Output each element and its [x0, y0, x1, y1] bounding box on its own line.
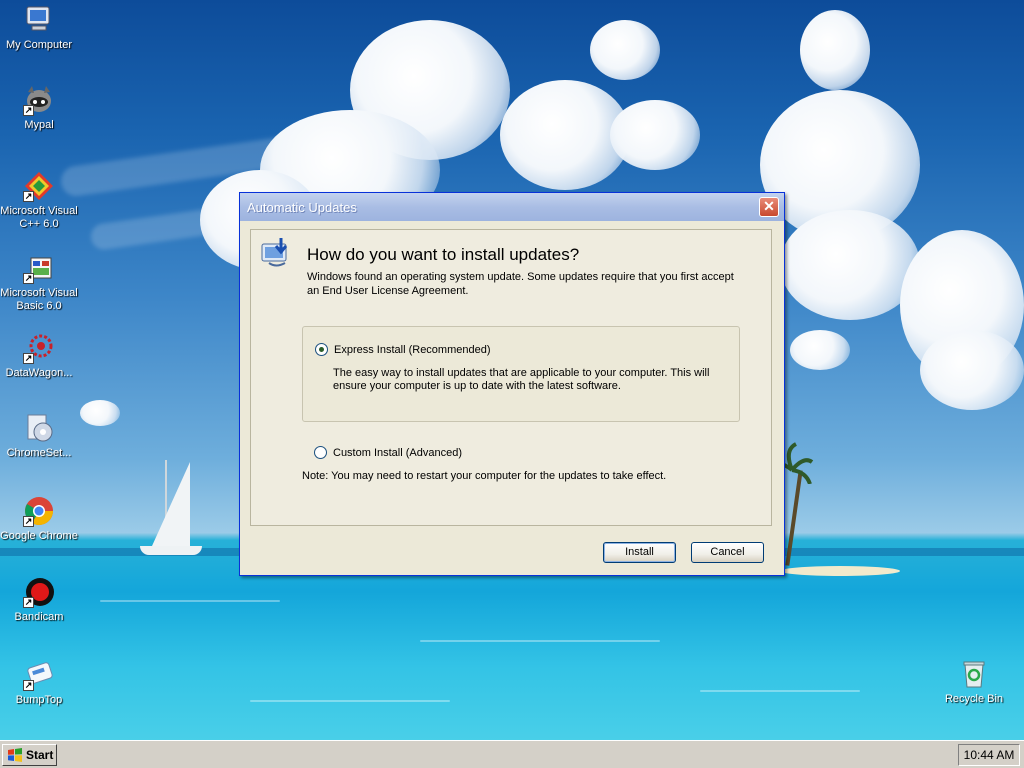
close-button[interactable]: ✕ [759, 197, 779, 217]
clock-text: 10:44 AM [963, 748, 1015, 762]
sea-glint [700, 690, 860, 692]
cloud [610, 100, 700, 170]
close-icon: ✕ [763, 198, 775, 214]
mypal-icon: ↗ [23, 84, 55, 116]
system-tray-clock[interactable]: 10:44 AM [958, 744, 1020, 766]
automatic-updates-dialog: Automatic Updates ✕ How do you want to i… [239, 192, 785, 576]
restart-note: Note: You may need to restart your compu… [302, 470, 667, 482]
shortcut-arrow-icon: ↗ [23, 105, 34, 116]
bumptop-icon: ↗ [23, 659, 55, 691]
desktop-icon-label: BumpTop [15, 694, 63, 706]
visual-cpp-icon: ↗ [23, 170, 55, 202]
bandicam-icon: ↗ [23, 576, 55, 608]
desktop-icon-label: Microsoft Visual Basic 6.0 [0, 287, 78, 312]
dialog-heading: How do you want to install updates? [307, 245, 580, 264]
express-install-radio[interactable] [315, 343, 328, 356]
desktop-icon-chromesetup[interactable]: ChromeSet... [0, 412, 78, 460]
express-install-group: Express Install (Recommended) The easy w… [302, 326, 740, 422]
desktop-icon-label: Google Chrome [0, 530, 78, 542]
cloud [790, 330, 850, 370]
desktop-icon-bandicam[interactable]: ↗ Bandicam [0, 576, 78, 624]
cancel-button[interactable]: Cancel [691, 542, 764, 563]
custom-install-radio[interactable] [314, 446, 327, 459]
custom-install-option[interactable]: Custom Install (Advanced) [314, 446, 462, 459]
cloud [80, 400, 120, 426]
island [780, 566, 900, 576]
cloud [590, 20, 660, 80]
cloud [780, 210, 920, 320]
desktop-icon-my-computer[interactable]: My Computer [0, 4, 78, 52]
cloud [920, 330, 1024, 410]
start-button[interactable]: Start [2, 744, 57, 766]
shortcut-arrow-icon: ↗ [23, 353, 34, 364]
desktop-icon-datawagon[interactable]: ↗ DataWagon... [0, 332, 78, 380]
sea-glint [420, 640, 660, 642]
desktop-icon-mypal[interactable]: ↗ Mypal [0, 84, 78, 132]
visual-basic-icon: ↗ [23, 252, 55, 284]
google-chrome-icon: ↗ [23, 495, 55, 527]
desktop-icon-visual-basic[interactable]: ↗ Microsoft Visual Basic 6.0 [0, 252, 78, 313]
express-install-label: Express Install (Recommended) [334, 343, 491, 356]
shortcut-arrow-icon: ↗ [23, 516, 34, 527]
desktop-icon-label: DataWagon... [5, 367, 73, 379]
dialog-content-panel: How do you want to install updates? Wind… [250, 229, 772, 526]
dialog-title: Automatic Updates [247, 199, 357, 215]
desktop-icon-recycle-bin[interactable]: Recycle Bin [935, 658, 1013, 706]
desktop-icon-label: Mypal [24, 119, 54, 131]
sea-glint [250, 700, 450, 702]
shortcut-arrow-icon: ↗ [23, 597, 34, 608]
custom-install-label: Custom Install (Advanced) [333, 446, 462, 459]
chromesetup-icon [23, 412, 55, 444]
sailboat-hull [140, 546, 202, 555]
desktop-icon-label: Recycle Bin [944, 693, 1004, 705]
dialog-title-bar[interactable]: Automatic Updates ✕ [240, 193, 784, 221]
dialog-intro-text: Windows found an operating system update… [307, 271, 734, 297]
shortcut-arrow-icon: ↗ [23, 273, 34, 284]
my-computer-icon [23, 4, 55, 36]
desktop-icon-label: My Computer [5, 39, 73, 51]
express-install-description: The easy way to install updates that are… [333, 367, 710, 392]
desktop-icon-visual-cpp[interactable]: ↗ Microsoft Visual C++ 6.0 [0, 170, 78, 231]
desktop-icon-label: Microsoft Visual C++ 6.0 [0, 205, 78, 230]
recycle-bin-icon [958, 658, 990, 690]
install-button[interactable]: Install [603, 542, 676, 563]
taskbar: Start 10:44 AM [0, 740, 1024, 768]
windows-update-icon [261, 238, 288, 267]
desktop-icon-label: ChromeSet... [6, 447, 72, 459]
start-label: Start [26, 748, 54, 762]
express-install-option[interactable]: Express Install (Recommended) [315, 343, 491, 356]
desktop-icon-bumptop[interactable]: ↗ BumpTop [0, 659, 78, 707]
shortcut-arrow-icon: ↗ [23, 191, 34, 202]
sea-glint [100, 600, 280, 602]
desktop-icon-google-chrome[interactable]: ↗ Google Chrome [0, 495, 78, 543]
sailboat-sail [152, 462, 190, 546]
cloud [800, 10, 870, 90]
windows-logo-icon [8, 748, 22, 762]
desktop-icon-label: Bandicam [14, 611, 64, 623]
shortcut-arrow-icon: ↗ [23, 680, 34, 691]
datawagon-icon: ↗ [23, 332, 55, 364]
